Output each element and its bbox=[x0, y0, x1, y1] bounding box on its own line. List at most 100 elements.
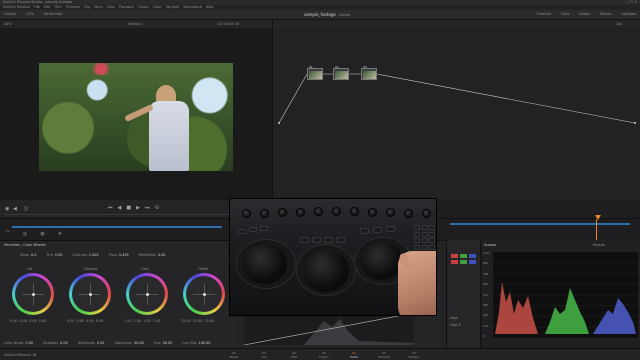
param-value[interactable]: 0.435 bbox=[119, 253, 129, 257]
panel-knob[interactable] bbox=[242, 209, 251, 218]
panel-knob[interactable] bbox=[278, 208, 287, 218]
panel-button[interactable] bbox=[300, 237, 309, 243]
panel-button[interactable] bbox=[249, 227, 257, 232]
red-swatch[interactable] bbox=[451, 254, 458, 258]
keypad-button[interactable] bbox=[429, 238, 435, 243]
panel-button[interactable] bbox=[386, 226, 395, 232]
zoom-level[interactable]: 40% bbox=[4, 22, 12, 26]
wheel-value[interactable]: 1.00 bbox=[124, 319, 132, 323]
wheel-puck[interactable] bbox=[202, 292, 206, 296]
keypad-button[interactable] bbox=[414, 238, 420, 243]
motion-icon[interactable]: ✳ bbox=[58, 232, 62, 237]
panel-knob[interactable] bbox=[296, 207, 305, 217]
clip-track-left[interactable] bbox=[12, 226, 222, 228]
panel-knob[interactable] bbox=[404, 208, 413, 218]
green-swatch[interactable] bbox=[460, 254, 467, 258]
wheel-value[interactable]: 25.00 bbox=[193, 319, 203, 323]
wheel-value[interactable]: 0.00 bbox=[67, 319, 75, 323]
panel-knob[interactable] bbox=[314, 207, 323, 217]
toolbar-left-item[interactable]: Gallery bbox=[4, 12, 16, 16]
play-forward-icon[interactable]: ▶ bbox=[136, 206, 140, 211]
trackball-right[interactable] bbox=[361, 242, 403, 280]
window-controls[interactable]: — ☐ ✕ bbox=[626, 0, 637, 4]
panel-knob[interactable] bbox=[260, 208, 269, 218]
wheel-value[interactable]: 1.00 bbox=[153, 319, 161, 323]
step-back-icon[interactable]: ◀ bbox=[118, 206, 122, 211]
color-wheel-gain[interactable] bbox=[126, 273, 168, 315]
color-node[interactable]: 01 bbox=[307, 65, 323, 80]
page-tab-cut[interactable]: ▭ Cut bbox=[255, 350, 273, 359]
param-value[interactable]: 0.0 bbox=[31, 253, 36, 257]
clip-track-right[interactable] bbox=[450, 223, 630, 225]
toolbar-left-item[interactable]: Media Pool bbox=[44, 12, 62, 16]
toolbar-right-item[interactable]: Timeline bbox=[537, 12, 551, 16]
panel-button[interactable] bbox=[312, 237, 321, 243]
wheel-value[interactable]: 0.00 bbox=[20, 319, 28, 323]
color-node[interactable]: 02 bbox=[333, 65, 349, 80]
panel-button[interactable] bbox=[238, 229, 246, 234]
color-wheel-lift[interactable] bbox=[12, 273, 54, 315]
wheel-value[interactable]: 1.00 bbox=[143, 319, 151, 323]
panel-knob[interactable] bbox=[422, 209, 431, 218]
param-value[interactable]: 50.00 bbox=[134, 341, 144, 345]
wheel-value[interactable]: 0.00 bbox=[29, 319, 37, 323]
keypad-button[interactable] bbox=[429, 231, 435, 237]
param-value[interactable]: 0.00 bbox=[97, 341, 105, 345]
panel-button[interactable] bbox=[373, 227, 382, 233]
keypad-button[interactable] bbox=[414, 231, 420, 237]
keypad-button[interactable] bbox=[421, 231, 428, 237]
keypad-button[interactable] bbox=[421, 244, 428, 250]
skip-forward-icon[interactable]: ⏭ bbox=[145, 206, 150, 211]
blue-swatch[interactable] bbox=[469, 254, 476, 258]
toolbar-left-item[interactable]: LUTs bbox=[26, 12, 33, 16]
toolbar-right-item[interactable]: Nodes bbox=[579, 12, 590, 16]
rgb-mixer-icon[interactable]: ◍ bbox=[40, 232, 44, 237]
color-wheel-offset[interactable] bbox=[183, 273, 225, 315]
red-swatch-2[interactable] bbox=[451, 260, 458, 264]
color-wheel-gamma[interactable] bbox=[69, 273, 111, 315]
wheel-puck[interactable] bbox=[88, 292, 92, 296]
loop-icon[interactable]: ⟲ bbox=[154, 206, 158, 211]
keypad-button[interactable] bbox=[429, 225, 435, 230]
play-icon[interactable]: ◉ bbox=[5, 207, 9, 212]
param-value[interactable]: 0.00 bbox=[55, 253, 63, 257]
panel-button[interactable] bbox=[336, 237, 345, 243]
wheel-value[interactable]: 25.00 bbox=[181, 319, 191, 323]
param-value[interactable]: 50.00 bbox=[163, 341, 173, 345]
scrubber[interactable] bbox=[4, 214, 229, 215]
wheel-value[interactable]: 0.00 bbox=[86, 319, 94, 323]
toolbar-right-item[interactable]: Effects bbox=[600, 12, 612, 16]
panel-button[interactable] bbox=[260, 226, 268, 231]
stop-icon[interactable]: ■ bbox=[126, 206, 131, 211]
panel-knob[interactable] bbox=[368, 207, 377, 217]
color-node[interactable]: 03 bbox=[361, 65, 377, 80]
wheel-puck[interactable] bbox=[31, 292, 35, 296]
param-value[interactable]: 0.00 bbox=[26, 341, 34, 345]
trackball-center[interactable] bbox=[303, 250, 349, 292]
keypad-button[interactable] bbox=[421, 238, 428, 243]
param-value[interactable]: 0.00 bbox=[60, 341, 68, 345]
page-tab-fusion[interactable]: ▭ Fusion bbox=[315, 350, 333, 359]
wheel-value[interactable]: 1.00 bbox=[134, 319, 142, 323]
wheel-puck[interactable] bbox=[145, 292, 149, 296]
green-swatch-2[interactable] bbox=[460, 260, 467, 264]
panel-knob[interactable] bbox=[350, 207, 359, 217]
page-tab-fairlight[interactable]: ▭ Fairlight bbox=[375, 350, 393, 359]
clip-mode[interactable]: Clip bbox=[616, 22, 622, 26]
page-tab-deliver[interactable]: ▭ Deliver bbox=[405, 350, 423, 359]
volume-icon[interactable]: )) bbox=[24, 207, 28, 212]
trackball-left[interactable] bbox=[243, 244, 287, 284]
page-tab-media[interactable]: ▭ Media bbox=[225, 350, 243, 359]
wheel-value[interactable]: 0.00 bbox=[10, 319, 18, 323]
keypad-button[interactable] bbox=[421, 225, 428, 230]
speaker-icon[interactable]: ◀ bbox=[13, 207, 17, 212]
panel-knob[interactable] bbox=[386, 208, 395, 218]
toolbar-right-item[interactable]: Clips bbox=[561, 12, 569, 16]
keypad-button[interactable] bbox=[414, 225, 420, 230]
wheel-value[interactable]: 25.00 bbox=[204, 319, 214, 323]
blue-swatch-2[interactable] bbox=[469, 260, 476, 264]
param-value[interactable]: 0.00 bbox=[158, 253, 166, 257]
curve-graph[interactable] bbox=[243, 312, 415, 346]
keypad-button[interactable] bbox=[429, 244, 435, 250]
skip-back-icon[interactable]: ⏮ bbox=[108, 206, 113, 211]
